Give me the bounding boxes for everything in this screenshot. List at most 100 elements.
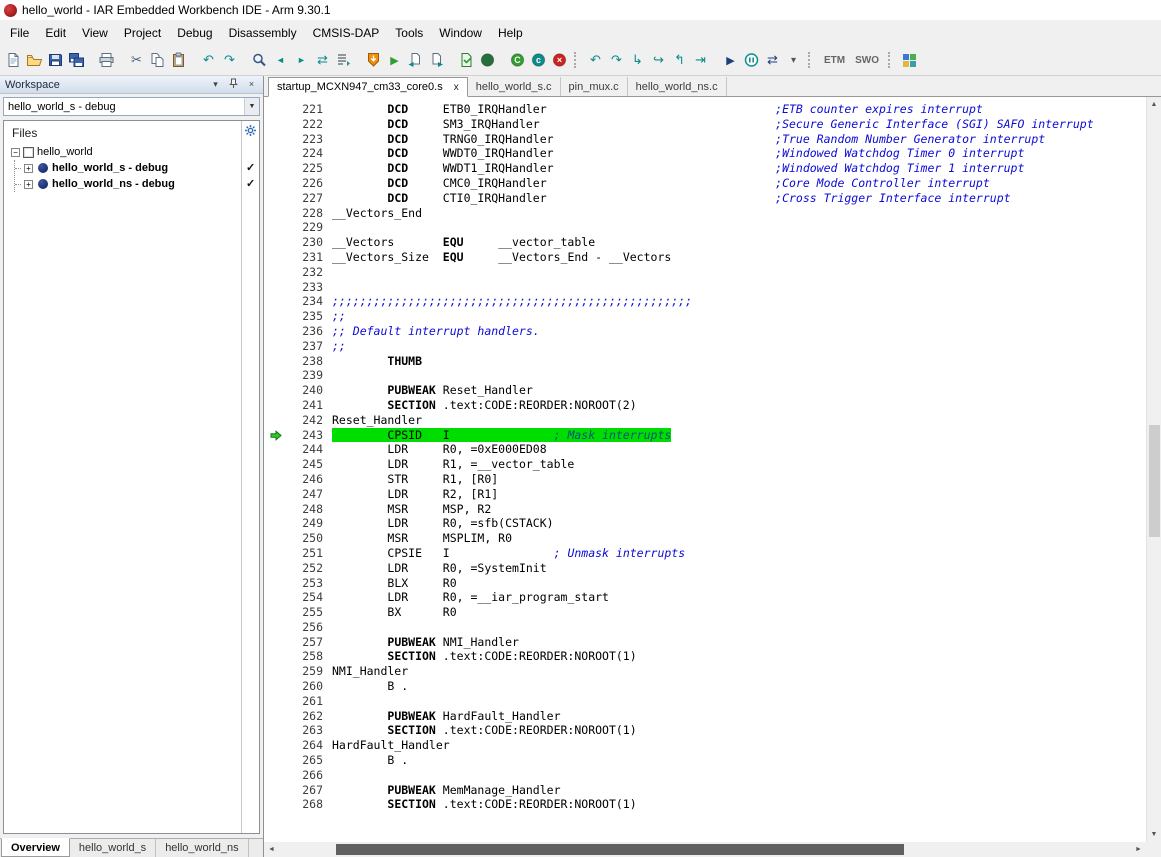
paste-icon[interactable]	[168, 50, 189, 71]
config-selector[interactable]: hello_world_s - debug ▼	[3, 97, 260, 116]
code-line[interactable]: 244 LDR R0, =0xE000ED08	[264, 442, 1146, 457]
step-over-icon[interactable]: ↪	[648, 50, 669, 71]
previous-document-icon[interactable]	[405, 50, 426, 71]
code-line[interactable]: 245 LDR R1, =__vector_table	[264, 457, 1146, 472]
menu-disassembly[interactable]: Disassembly	[221, 22, 305, 44]
code-line[interactable]: 265 B .	[264, 753, 1146, 768]
gear-icon[interactable]	[244, 124, 257, 140]
workspace-tab-hello-world-ns[interactable]: hello_world_ns	[156, 839, 248, 857]
breakpoint-margin[interactable]	[264, 797, 294, 812]
code-line[interactable]: 221 DCD ETB0_IRQHandler ;ETB counter exp…	[264, 102, 1146, 117]
code-editor[interactable]: 221 DCD ETB0_IRQHandler ;ETB counter exp…	[264, 97, 1146, 842]
code-line[interactable]: 230__Vectors EQU __vector_table	[264, 235, 1146, 250]
chevron-down-icon[interactable]: ▼	[244, 98, 259, 115]
code-line[interactable]: 233	[264, 280, 1146, 295]
etm-button[interactable]: ETM	[819, 50, 850, 71]
toolbar-grip[interactable]	[574, 52, 581, 68]
menu-window[interactable]: Window	[431, 22, 490, 44]
quick-search-icon[interactable]	[249, 50, 270, 71]
build-target-icon[interactable]	[477, 50, 498, 71]
scroll-down-icon[interactable]: ▼	[1147, 827, 1161, 842]
print-icon[interactable]	[96, 50, 117, 71]
code-line[interactable]: 256	[264, 620, 1146, 635]
breakpoint-margin[interactable]	[264, 487, 294, 502]
breakpoint-margin[interactable]	[264, 161, 294, 176]
code-line[interactable]: 259NMI_Handler	[264, 664, 1146, 679]
save-all-icon[interactable]	[66, 50, 87, 71]
code-line[interactable]: 250 MSR MSPLIM, R0	[264, 531, 1146, 546]
auto-hide-pin-icon[interactable]	[227, 78, 240, 92]
breakpoint-margin[interactable]	[264, 576, 294, 591]
code-line[interactable]: 246 STR R1, [R0]	[264, 472, 1146, 487]
breakpoint-margin[interactable]	[264, 191, 294, 206]
code-line[interactable]: 264HardFault_Handler	[264, 738, 1146, 753]
code-line[interactable]: 253 BLX R0	[264, 576, 1146, 591]
breakpoint-margin[interactable]	[264, 339, 294, 354]
code-line[interactable]: 252 LDR R0, =SystemInit	[264, 561, 1146, 576]
breakpoint-margin[interactable]	[264, 590, 294, 605]
breakpoint-margin[interactable]	[264, 635, 294, 650]
vertical-scroll-thumb[interactable]	[1149, 425, 1160, 537]
code-line[interactable]: 262 PUBWEAK HardFault_Handler	[264, 709, 1146, 724]
debug-without-downloading-icon[interactable]: ▶	[384, 50, 405, 71]
code-line[interactable]: 240 PUBWEAK Reset_Handler	[264, 383, 1146, 398]
code-line[interactable]: 268 SECTION .text:CODE:REORDER:NOROOT(1)	[264, 797, 1146, 812]
breakpoint-margin[interactable]	[264, 117, 294, 132]
code-line[interactable]: 258 SECTION .text:CODE:REORDER:NOROOT(1)	[264, 649, 1146, 664]
compile-icon[interactable]: C	[507, 50, 528, 71]
toolbar-grip[interactable]	[888, 52, 895, 68]
go-icon[interactable]: ▶	[720, 50, 741, 71]
code-line[interactable]: 234;;;;;;;;;;;;;;;;;;;;;;;;;;;;;;;;;;;;;…	[264, 294, 1146, 309]
code-line[interactable]: 255 BX R0	[264, 605, 1146, 620]
code-line[interactable]: 254 LDR R0, =__iar_program_start	[264, 590, 1146, 605]
code-line[interactable]: 251 CPSIE I ; Unmask interrupts	[264, 546, 1146, 561]
next-statement-icon[interactable]: ⇥	[690, 50, 711, 71]
expand-expander-icon[interactable]: +	[24, 180, 33, 189]
workspace-tab-overview[interactable]: Overview	[1, 838, 70, 857]
code-line[interactable]: 239	[264, 368, 1146, 383]
find-next-icon[interactable]: ►	[291, 50, 312, 71]
breakpoint-margin[interactable]	[264, 679, 294, 694]
breakpoint-margin[interactable]	[264, 738, 294, 753]
code-line[interactable]: 223 DCD TRNG0_IRQHandler ;True Random Nu…	[264, 132, 1146, 147]
breakpoint-margin[interactable]	[264, 324, 294, 339]
breakpoint-margin[interactable]	[264, 620, 294, 635]
editor-tab-startup-mcxn947-cm33-core0-s[interactable]: startup_MCXN947_cm33_core0.sx	[268, 77, 468, 97]
code-line[interactable]: 242Reset_Handler	[264, 413, 1146, 428]
breakpoint-margin[interactable]	[264, 309, 294, 324]
stop-build-icon[interactable]: ×	[549, 50, 570, 71]
find-previous-icon[interactable]: ◄	[270, 50, 291, 71]
code-line[interactable]: 241 SECTION .text:CODE:REORDER:NOROOT(2)	[264, 398, 1146, 413]
breakpoint-margin[interactable]	[264, 146, 294, 161]
menu-edit[interactable]: Edit	[37, 22, 74, 44]
code-line[interactable]: 235;;	[264, 309, 1146, 324]
code-line[interactable]: 222 DCD SM3_IRQHandler ;Secure Generic I…	[264, 117, 1146, 132]
code-line[interactable]: 260 B .	[264, 679, 1146, 694]
breakpoint-margin[interactable]	[264, 398, 294, 413]
vertical-scrollbar[interactable]: ▲ ▼	[1146, 97, 1161, 842]
breakpoint-margin[interactable]	[264, 413, 294, 428]
breakpoint-margin[interactable]	[264, 605, 294, 620]
editor-tab-hello-world-s-c[interactable]: hello_world_s.c	[468, 77, 561, 96]
code-line[interactable]: 238 THUMB	[264, 354, 1146, 369]
code-line[interactable]: 249 LDR R0, =sfb(CSTACK)	[264, 516, 1146, 531]
code-line[interactable]: 261	[264, 694, 1146, 709]
breakpoint-margin[interactable]	[264, 265, 294, 280]
new-document-icon[interactable]	[3, 50, 24, 71]
open-document-icon[interactable]	[24, 50, 45, 71]
breakpoint-margin[interactable]	[264, 472, 294, 487]
breakpoint-margin[interactable]	[264, 561, 294, 576]
breakpoint-margin[interactable]	[264, 709, 294, 724]
breakpoint-margin[interactable]	[264, 220, 294, 235]
code-line[interactable]: 267 PUBWEAK MemManage_Handler	[264, 783, 1146, 798]
code-line[interactable]: 257 PUBWEAK NMI_Handler	[264, 635, 1146, 650]
breakpoint-margin[interactable]	[264, 428, 294, 443]
code-line[interactable]: 263 SECTION .text:CODE:REORDER:NOROOT(1)	[264, 723, 1146, 738]
menu-cmsis-dap[interactable]: CMSIS-DAP	[305, 22, 388, 44]
menu-file[interactable]: File	[2, 22, 37, 44]
breakpoint-margin[interactable]	[264, 649, 294, 664]
undo-icon[interactable]: ↶	[198, 50, 219, 71]
code-line[interactable]: 247 LDR R2, [R1]	[264, 487, 1146, 502]
breakpoint-margin[interactable]	[264, 354, 294, 369]
close-tab-icon[interactable]: x	[454, 82, 459, 93]
